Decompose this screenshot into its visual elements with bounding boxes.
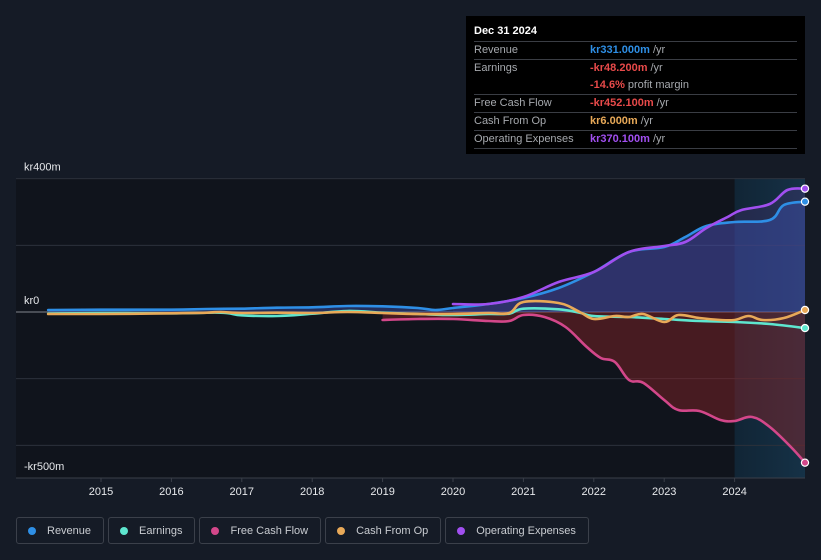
tooltip-row-value: -kr452.100m	[590, 97, 654, 109]
legend-dot-icon	[120, 526, 129, 535]
legend-item-free-cash-flow[interactable]: Free Cash Flow	[199, 517, 322, 544]
tooltip-row: Free Cash Flow -kr452.100m/yr	[474, 95, 797, 113]
x-tick-label: 2019	[370, 486, 394, 498]
x-tick-label: 2021	[511, 486, 535, 498]
tooltip-row: Revenue kr331.000m/yr	[474, 42, 797, 60]
legend-label: Operating Expenses	[476, 524, 576, 537]
legend-dot-icon	[457, 526, 466, 535]
tooltip-row-suffix: profit margin	[627, 79, 689, 91]
legend-item-earnings[interactable]: Earnings	[108, 517, 196, 544]
legend-dot-icon	[211, 526, 220, 535]
tooltip-row: Operating Expenses kr370.100m/yr	[474, 131, 797, 149]
x-tick-label: 2016	[159, 486, 183, 498]
tooltip-row-suffix: /yr	[652, 133, 666, 145]
tooltip-row-suffix: /yr	[640, 115, 653, 127]
endpoint-free-cash-flow[interactable]	[800, 458, 810, 467]
legend-item-revenue[interactable]: Revenue	[16, 517, 105, 544]
tooltip-row-value: -kr48.200m	[590, 62, 648, 74]
endpoint-operating-expenses[interactable]	[800, 184, 810, 193]
x-tick-label: 2023	[652, 486, 676, 498]
x-tick-label: 2017	[230, 486, 254, 498]
tooltip-row-label: Cash From Op	[474, 115, 547, 127]
endpoint-cash-from-op[interactable]	[800, 305, 810, 315]
tooltip-row: Cash From Op kr6.000m/yr	[474, 113, 797, 131]
legend-label: Revenue	[47, 524, 92, 537]
x-axis: 2015 2016 2017 2018 2019 2020 2021 2022 2023 2024	[89, 478, 747, 498]
tooltip-row-value: -14.6%	[590, 79, 625, 91]
tooltip-panel: Dec 31 2024 Revenue kr331.000m/yr Earnings…	[466, 16, 805, 154]
tooltip-row-label	[474, 77, 590, 94]
chart-legend: Revenue Earnings Free Cash Flow Cash From O…	[16, 517, 589, 544]
legend-label: Cash From Op	[356, 524, 429, 537]
tooltip-row-suffix: /yr	[652, 44, 666, 56]
tooltip-row-label: Free Cash Flow	[474, 97, 552, 109]
y-tick-label: kr0	[24, 295, 39, 307]
y-tick-label: -kr500m	[24, 461, 64, 473]
legend-label: Earnings	[139, 524, 183, 537]
tooltip-row-suffix: /yr	[650, 62, 663, 74]
tooltip-row-suffix: /yr	[656, 97, 669, 109]
tooltip-row-label: Earnings	[474, 62, 518, 74]
tooltip-row-label: Operating Expenses	[474, 133, 574, 145]
tooltip-row: -14.6% profit margin	[474, 77, 797, 95]
endpoint-revenue[interactable]	[800, 197, 810, 206]
tooltip-row-value: kr6.000m	[590, 115, 638, 127]
legend-item-cash-from-op[interactable]: Cash From Op	[325, 517, 442, 544]
tooltip-row-label: Revenue	[474, 44, 519, 56]
tooltip-row-value: kr370.100m	[590, 133, 650, 145]
x-tick-label: 2018	[300, 486, 324, 498]
tooltip-row: Earnings -kr48.200m/yr	[474, 60, 797, 77]
x-tick-label: 2015	[89, 486, 113, 498]
x-tick-label: 2024	[722, 486, 746, 498]
endpoint-earnings[interactable]	[800, 323, 810, 333]
tooltip-date: Dec 31 2024	[474, 22, 797, 42]
y-tick-label: kr400m	[24, 162, 61, 174]
legend-dot-icon	[337, 526, 346, 535]
legend-dot-icon	[28, 526, 36, 535]
x-tick-label: 2022	[582, 486, 606, 498]
tooltip-row-value: kr331.000m	[590, 44, 650, 56]
legend-label: Free Cash Flow	[230, 524, 309, 537]
x-tick-label: 2020	[441, 486, 465, 498]
legend-item-operating-expenses[interactable]: Operating Expenses	[445, 517, 589, 544]
